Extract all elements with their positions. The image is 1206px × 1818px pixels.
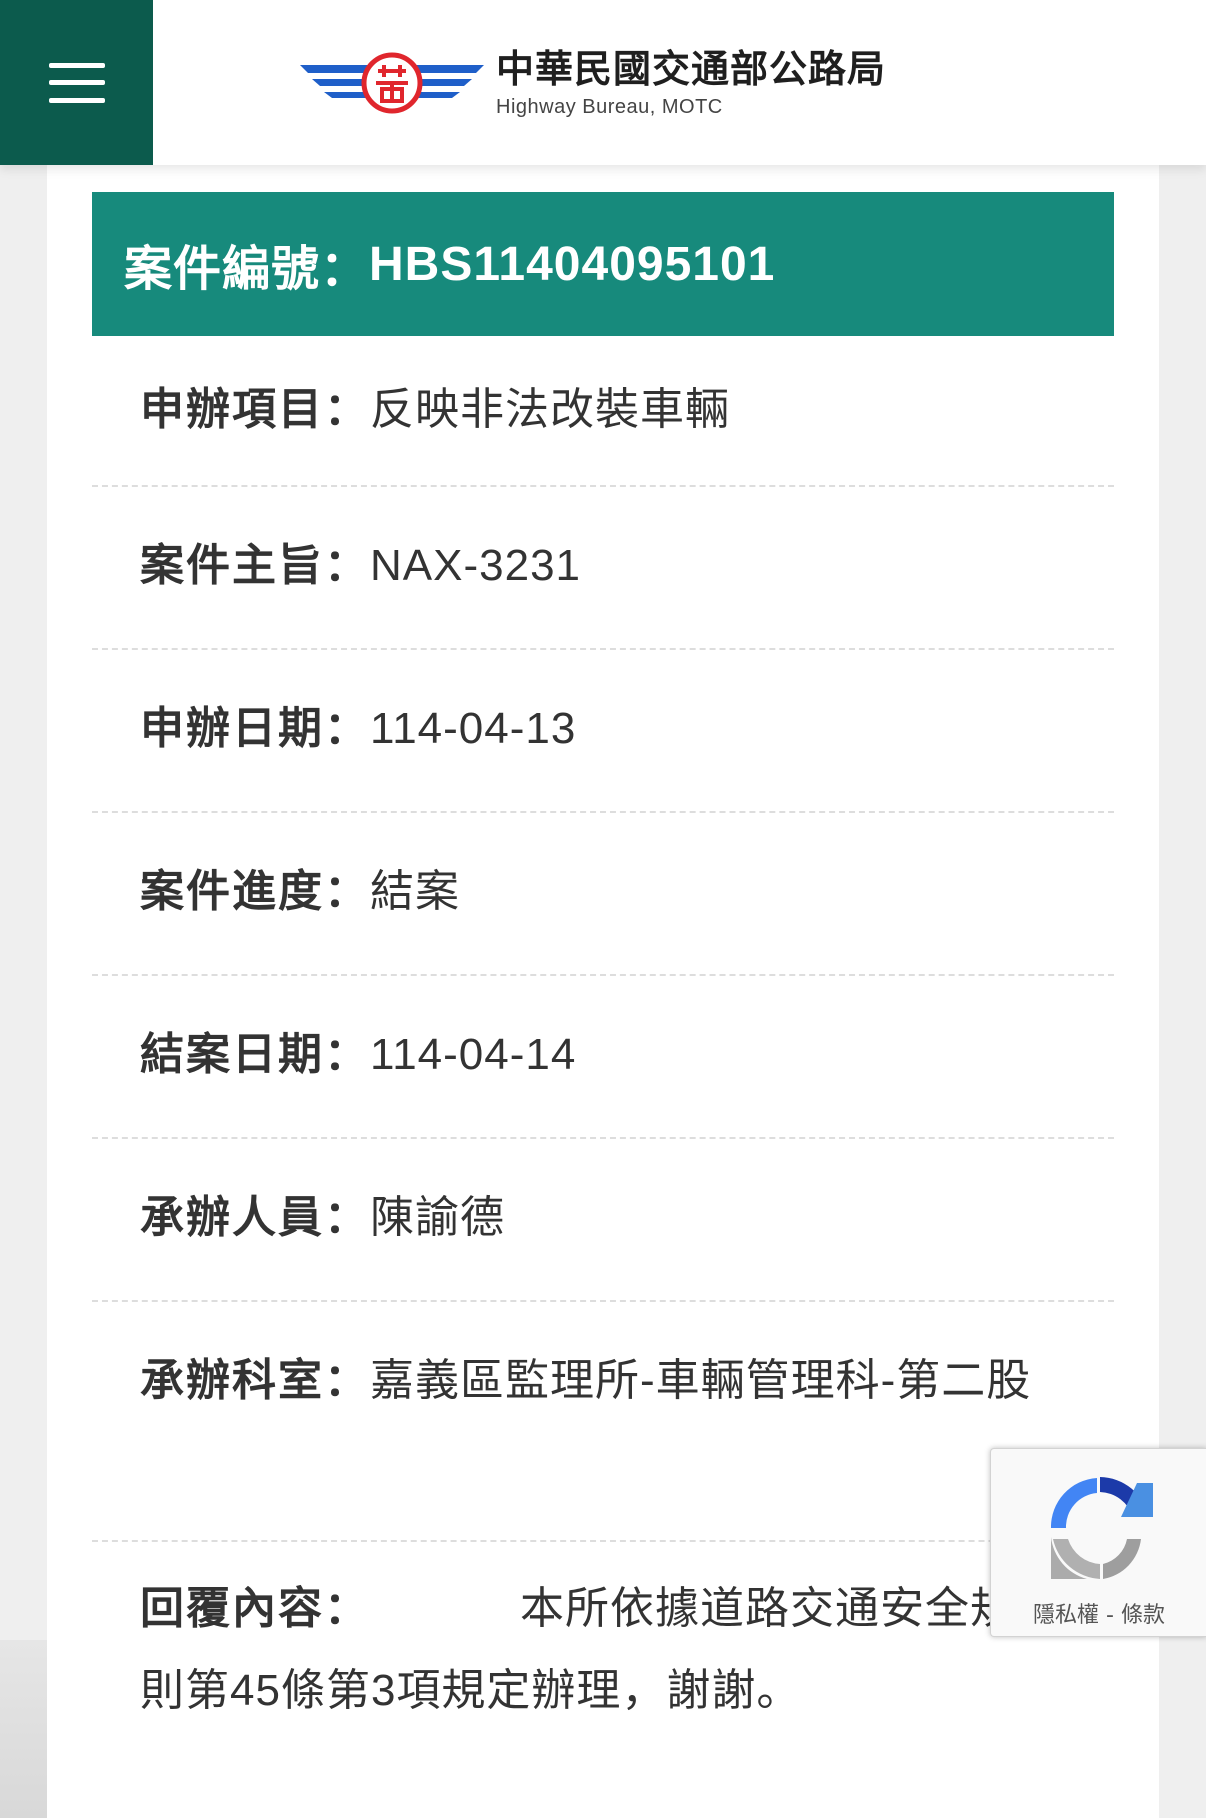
field-row-application-item: 申辦項目：反映非法改裝車輛 <box>92 355 1114 487</box>
recaptcha-badge[interactable]: 隱私權 - 條款 <box>990 1448 1206 1637</box>
brand-name-english: Highway Bureau, MOTC <box>496 96 723 118</box>
field-label: 申辦項目： <box>140 385 370 434</box>
field-row-case-subject: 案件主旨：NAX-3231 <box>92 487 1114 650</box>
field-label: 申辦日期： <box>140 704 370 753</box>
hamburger-menu-icon <box>48 62 105 103</box>
background-decoration <box>0 1640 48 1818</box>
site-header: 中華民國交通部公路局 Highway Bureau, MOTC <box>0 0 1206 165</box>
field-label: 回覆內容： <box>140 1584 370 1633</box>
field-value: 結案 <box>370 867 460 916</box>
highway-bureau-logo-icon <box>300 52 484 114</box>
field-label: 結案日期： <box>140 1030 370 1079</box>
field-value: 反映非法改裝車輛 <box>370 385 730 434</box>
recaptcha-links: 隱私權 - 條款 <box>991 1597 1206 1629</box>
field-label: 案件進度： <box>140 867 370 916</box>
brand-name-chinese: 中華民國交通部公路局 <box>496 46 887 91</box>
case-number-header: 案件編號： HBS11404095101 <box>92 192 1114 336</box>
field-label: 案件主旨： <box>140 541 370 590</box>
recaptcha-terms-link[interactable]: 條款 <box>1121 1603 1165 1628</box>
field-value: 114-04-13 <box>370 704 577 753</box>
field-row-reply-content: 回覆內容： 本所依據道路交通安全規則第45條第3項規定辦理，謝謝。 <box>92 1542 1114 1812</box>
field-label: 承辦人員： <box>140 1193 370 1242</box>
field-row-case-progress: 案件進度：結案 <box>92 813 1114 976</box>
recaptcha-privacy-link[interactable]: 隱私權 <box>1033 1603 1099 1628</box>
recaptcha-icon <box>1050 1477 1153 1579</box>
field-value: 114-04-14 <box>370 1030 577 1079</box>
field-row-handling-department: 承辦科室：嘉義區監理所-車輛管理科-第二股 <box>92 1302 1114 1542</box>
menu-button[interactable] <box>0 0 153 165</box>
recaptcha-separator: - <box>1099 1603 1121 1628</box>
case-number-label: 案件編號： <box>124 243 370 296</box>
field-label: 承辦科室： <box>140 1356 370 1405</box>
field-value: 陳諭德 <box>370 1193 505 1242</box>
site-brand[interactable]: 中華民國交通部公路局 Highway Bureau, MOTC <box>298 38 886 128</box>
field-row-application-date: 申辦日期：114-04-13 <box>92 650 1114 813</box>
field-value: 嘉義區監理所-車輛管理科-第二股 <box>370 1356 1032 1405</box>
field-row-closing-date: 結案日期：114-04-14 <box>92 976 1114 1139</box>
field-row-handler: 承辦人員：陳諭德 <box>92 1139 1114 1302</box>
field-value: NAX-3231 <box>370 541 582 590</box>
case-number-value: HBS11404095101 <box>369 237 776 291</box>
